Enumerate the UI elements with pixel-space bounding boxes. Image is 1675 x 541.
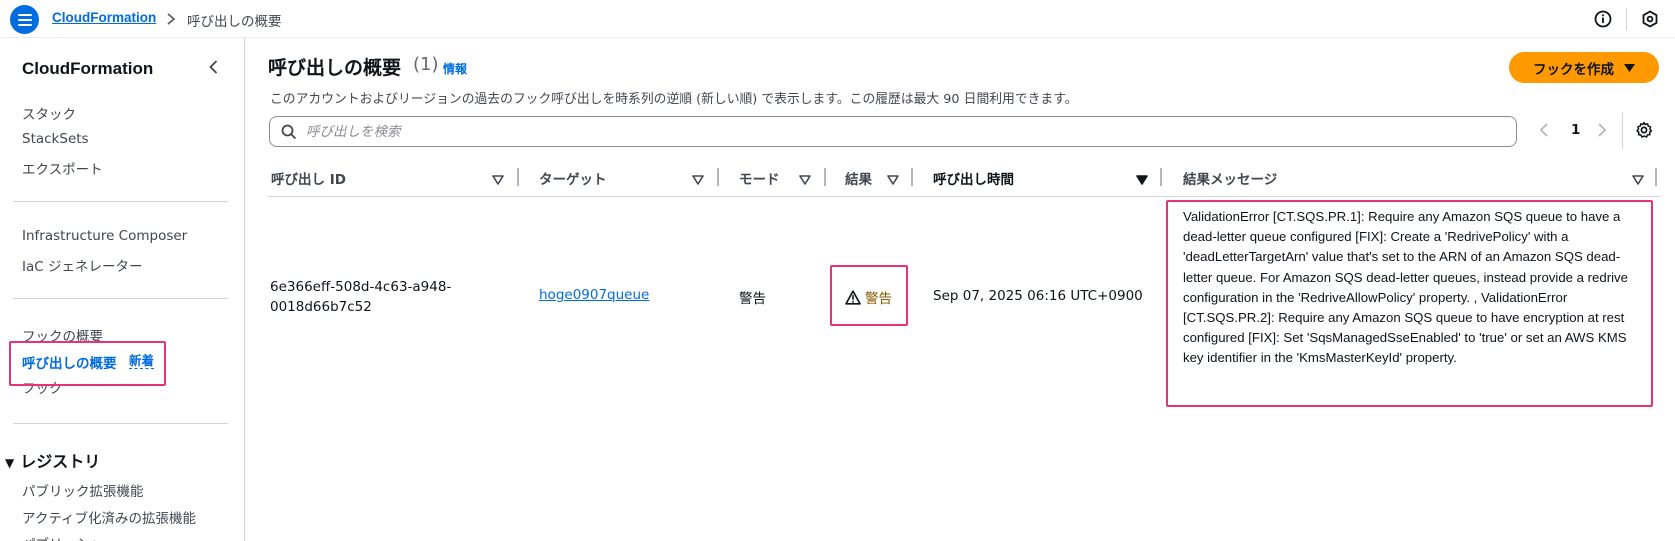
breadcrumb-cloudformation-link[interactable]: CloudFormation xyxy=(52,10,156,25)
result-message-cell: ValidationError [CT.SQS.PR.1]: Require a… xyxy=(1183,209,1628,366)
caret-down-icon xyxy=(1624,63,1635,72)
page-description: このアカウントおよびリージョンの過去のフック呼び出しを時系列の逆順 (新しい順)… xyxy=(270,92,1078,107)
column-divider[interactable] xyxy=(1655,168,1657,186)
sort-icon[interactable] xyxy=(887,170,899,189)
chevron-left-icon[interactable] xyxy=(205,58,223,76)
sidebar-item-publisher[interactable]: パブリッシャー xyxy=(22,533,117,541)
pagination-next-icon[interactable] xyxy=(1595,121,1609,143)
sidebar-item-iac-generator[interactable]: IaC ジェネレーター xyxy=(22,255,142,275)
chevron-right-icon xyxy=(165,11,177,30)
sidebar-item-invocations-overview[interactable]: 呼び出しの概要 xyxy=(22,352,121,372)
column-header-invocation-time[interactable]: 呼び出し時間 xyxy=(933,168,1014,188)
caret-down-icon: ▼ xyxy=(5,456,15,470)
breadcrumb-current: 呼び出しの概要 xyxy=(187,14,282,30)
table-header-divider xyxy=(268,196,1660,197)
sidebar-item-stacks[interactable]: スタック xyxy=(22,103,76,123)
pagination-prev-icon[interactable] xyxy=(1537,121,1551,143)
sidebar-item-stacksets[interactable]: StackSets xyxy=(22,131,89,147)
column-divider[interactable] xyxy=(1160,168,1162,186)
column-divider[interactable] xyxy=(911,168,913,186)
column-header-invocation-id[interactable]: 呼び出し ID xyxy=(271,168,346,188)
item-count: (1) xyxy=(413,54,439,75)
column-header-result[interactable]: 結果 xyxy=(845,168,872,188)
column-header-result-message[interactable]: 結果メッセージ xyxy=(1183,168,1277,188)
pagination-page-number[interactable]: 1 xyxy=(1571,122,1580,138)
result-status: 警告 xyxy=(845,287,892,307)
column-divider[interactable] xyxy=(824,168,826,186)
hexagon-settings-icon[interactable] xyxy=(1640,9,1660,29)
sidebar-title: CloudFormation xyxy=(22,59,154,78)
column-divider[interactable] xyxy=(517,168,519,186)
sidebar-divider xyxy=(13,423,228,424)
create-hook-button[interactable]: フックを作成 xyxy=(1509,52,1659,83)
info-circle-icon[interactable] xyxy=(1593,9,1613,29)
column-header-mode[interactable]: モード xyxy=(739,168,780,188)
target-link[interactable]: hoge0907queue xyxy=(539,287,649,303)
result-label: 警告 xyxy=(865,291,892,307)
mode-cell: 警告 xyxy=(739,291,766,307)
sidebar-item-public-extensions[interactable]: パブリック拡張機能 xyxy=(22,480,144,500)
sidebar-divider xyxy=(13,298,228,299)
column-divider[interactable] xyxy=(717,168,719,186)
side-navigation: CloudFormation スタック StackSets エクスポート Inf… xyxy=(0,38,245,541)
sidebar-item-infrastructure-composer[interactable]: Infrastructure Composer xyxy=(22,228,187,244)
pagination-divider xyxy=(1622,113,1623,149)
sidebar-section-registry[interactable]: ▼ レジストリ xyxy=(5,448,100,472)
sort-descending-icon[interactable] xyxy=(1136,170,1148,189)
page-title: 呼び出しの概要 xyxy=(268,57,402,79)
gear-icon[interactable] xyxy=(1635,121,1653,143)
sort-icon[interactable] xyxy=(692,170,704,189)
sort-icon[interactable] xyxy=(799,170,811,189)
info-link[interactable]: 情報 xyxy=(443,60,467,77)
column-header-target[interactable]: ターゲット xyxy=(539,168,607,188)
create-hook-label: フックを作成 xyxy=(1533,61,1614,78)
invocation-time-cell: Sep 07, 2025 06:16 UTC+0900 xyxy=(933,288,1143,304)
new-badge: 新着 xyxy=(129,353,155,369)
invocation-id-cell: 6e366eff-508d-4c63-a948-0018d66b7c52 xyxy=(270,279,452,315)
sort-icon[interactable] xyxy=(492,170,504,189)
search-field[interactable] xyxy=(269,116,1517,147)
search-input[interactable] xyxy=(306,122,1496,142)
sidebar-item-hooks-overview[interactable]: フックの概要 xyxy=(22,325,103,345)
search-icon xyxy=(281,124,297,144)
topbar-divider xyxy=(1626,8,1627,30)
sidebar-item-hooks[interactable]: フック xyxy=(22,377,63,397)
menu-icon[interactable] xyxy=(10,5,39,34)
sort-icon[interactable] xyxy=(1632,170,1644,189)
warning-icon xyxy=(845,289,861,305)
sidebar-item-activated-extensions[interactable]: アクティブ化済みの拡張機能 xyxy=(22,507,196,527)
registry-label: レジストリ xyxy=(20,452,101,471)
sidebar-divider xyxy=(13,201,228,202)
top-navigation-bar: CloudFormation 呼び出しの概要 xyxy=(0,0,1675,38)
sidebar-item-exports[interactable]: エクスポート xyxy=(22,158,103,178)
